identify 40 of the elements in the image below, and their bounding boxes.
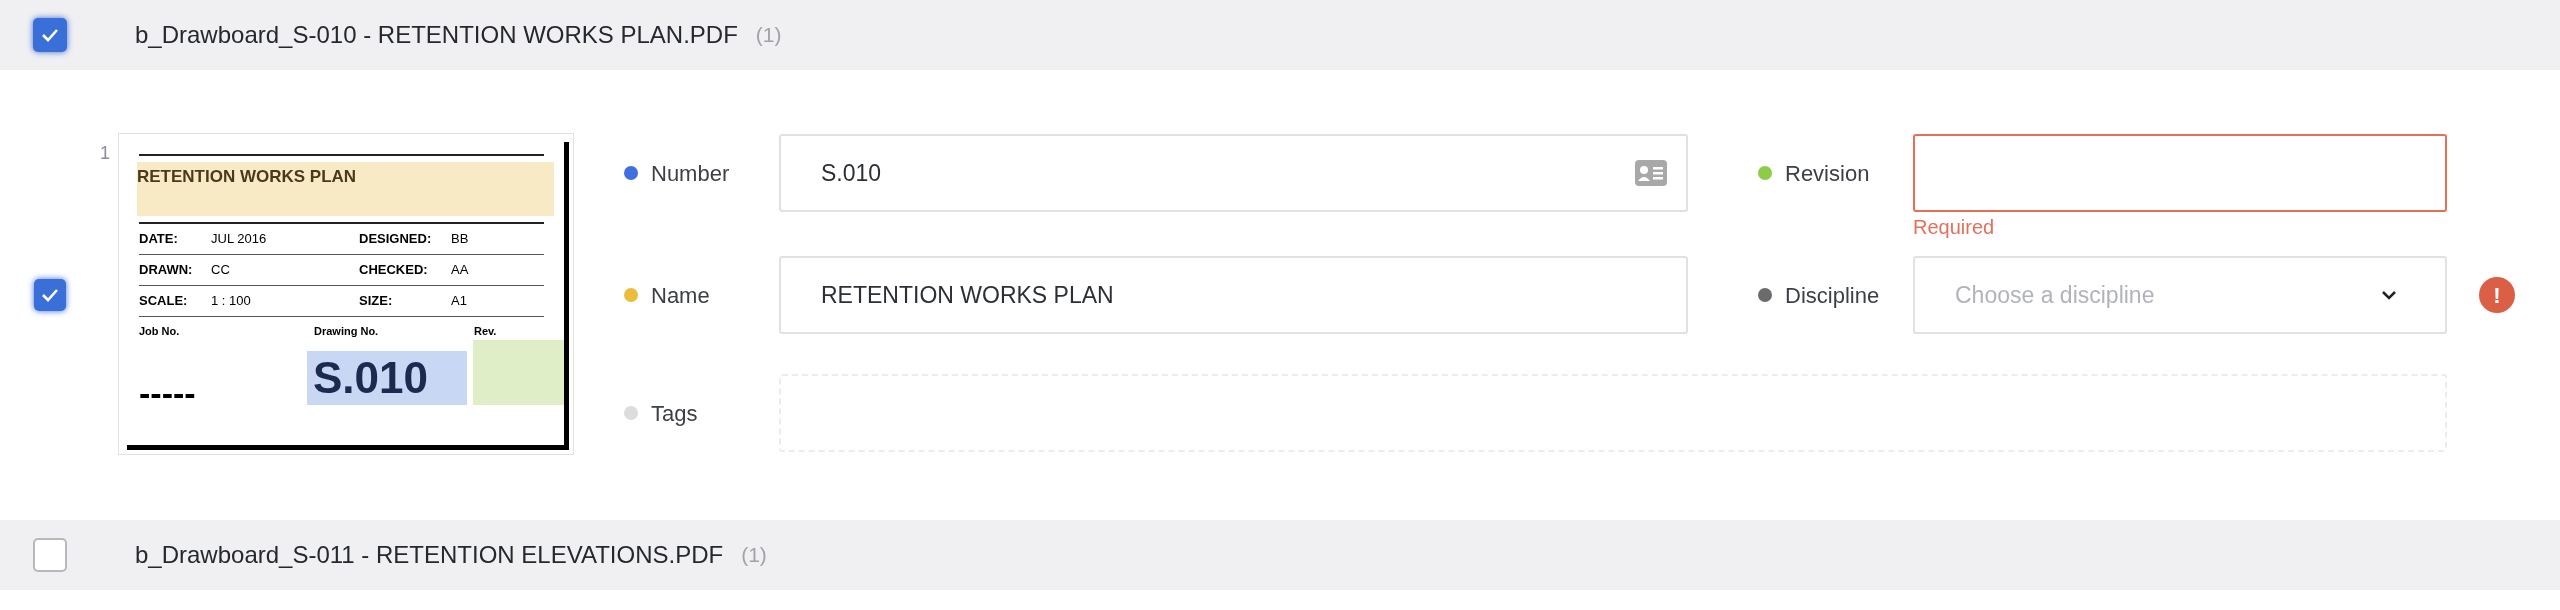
field-value: A1 <box>451 292 468 311</box>
field-value: AA <box>451 261 470 280</box>
number-field[interactable]: S.010 <box>779 134 1688 212</box>
checkmark-icon <box>41 288 59 302</box>
field-label: SCALE: <box>139 292 189 311</box>
field-value: CC <box>211 261 231 280</box>
page-number: 1 <box>100 142 111 165</box>
chevron-down-icon <box>2381 290 2397 300</box>
field-label: SIZE: <box>359 292 394 311</box>
file-title: b_Drawboard_S-010 - RETENTION WORKS PLAN.PDF <box>135 20 738 50</box>
error-message: Required <box>1913 215 1996 240</box>
page-count: (1) <box>741 542 767 569</box>
file-title: b_Drawboard_S-011 - RETENTION ELEVATIONS.PDF <box>135 540 724 570</box>
title-block: RETENTION WORKS PLAN <box>137 162 554 216</box>
revision-field[interactable] <box>1913 134 2447 212</box>
field-label: CHECKED: <box>359 261 429 280</box>
field-label: Tags <box>651 399 698 428</box>
field-label: DRAWN: <box>139 261 194 280</box>
field-label: DESIGNED: <box>359 230 433 249</box>
page-count: (1) <box>755 22 782 49</box>
field-label: Revision <box>1785 159 1870 188</box>
field-label: Number <box>651 159 730 188</box>
job-number: ----- <box>139 372 197 413</box>
warning-icon: ! <box>2479 277 2515 313</box>
field-value: JUL 2016 <box>211 230 268 249</box>
field-label: Drawing No. <box>314 324 380 339</box>
checkbox[interactable] <box>34 279 66 311</box>
field-label: Job No. <box>139 324 181 339</box>
name-field[interactable]: RETENTION WORKS PLAN <box>779 256 1688 334</box>
checkbox[interactable] <box>33 538 67 572</box>
field-label: Discipline <box>1785 281 1880 310</box>
id-card-icon <box>1634 159 1668 187</box>
checkbox[interactable] <box>33 18 67 52</box>
field-label: Rev. <box>474 324 498 339</box>
field-label: Name <box>651 281 710 310</box>
field-label: DATE: <box>139 230 179 249</box>
field-value: BB <box>451 230 470 249</box>
field-value: 1 : 100 <box>211 292 252 311</box>
drawing-number: S.010 <box>307 350 467 405</box>
checkmark-icon <box>41 28 59 42</box>
